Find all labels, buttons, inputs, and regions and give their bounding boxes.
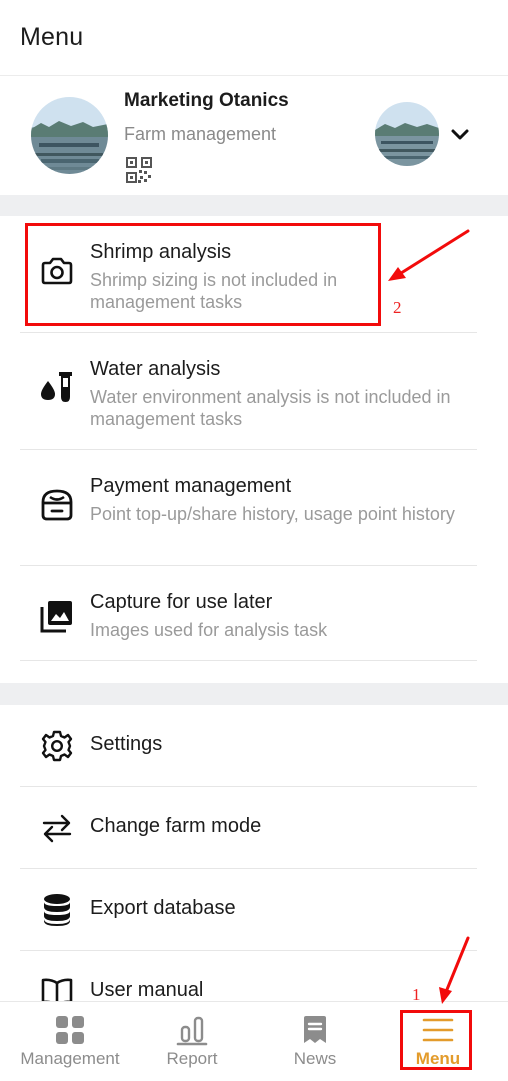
gear-icon — [39, 728, 75, 764]
menu-icon — [422, 1014, 454, 1046]
nav-news[interactable]: News — [255, 1002, 375, 1081]
qr-code-icon[interactable] — [126, 157, 152, 183]
farm-photo-avatar — [31, 97, 108, 174]
section-divider — [0, 195, 508, 216]
menu-item-capture-for-use-later[interactable]: Capture for use later Images used for an… — [20, 566, 477, 661]
nav-management[interactable]: Management — [10, 1002, 130, 1081]
wallet-icon — [39, 487, 75, 523]
farm-name: Marketing Otanics — [124, 90, 289, 111]
farm-photo-avatar-small[interactable] — [375, 102, 439, 166]
nav-label: Management — [20, 1049, 120, 1068]
farm-subtitle: Farm management — [124, 124, 277, 144]
database-icon — [39, 892, 75, 928]
menu-item-shrimp-analysis[interactable]: Shrimp analysis Shrimp sizing is not inc… — [20, 216, 477, 333]
annotation-step-2: 2 — [393, 298, 402, 317]
grid-icon — [54, 1014, 86, 1046]
bar-chart-icon — [176, 1014, 208, 1046]
menu-item-title: Settings — [90, 733, 163, 755]
app-header: Menu — [0, 0, 508, 76]
menu-item-title: Capture for use later — [90, 591, 273, 613]
menu-item-title: Change farm mode — [90, 815, 262, 837]
water-test-icon — [39, 369, 75, 405]
page-title: Menu — [20, 23, 84, 51]
spacer — [0, 661, 508, 683]
menu-item-payment-management[interactable]: Payment management Point top-up/share hi… — [20, 450, 477, 566]
menu-item-change-farm-mode[interactable]: Change farm mode — [20, 787, 477, 869]
nav-label: Report — [166, 1049, 218, 1068]
menu-item-title: User manual — [90, 979, 204, 1001]
camera-icon — [39, 253, 75, 289]
menu-item-description: Water environment analysis is not includ… — [90, 387, 451, 429]
annotation-step-1: 1 — [412, 985, 421, 1004]
nav-label: Menu — [415, 1049, 461, 1068]
menu-item-title: Export database — [90, 897, 236, 919]
farm-profile[interactable]: Marketing Otanics Farm management — [0, 76, 508, 195]
nav-label: News — [293, 1049, 337, 1068]
menu-item-description: Images used for analysis task — [90, 620, 328, 640]
menu-item-water-analysis[interactable]: Water analysis Water environment analysi… — [20, 333, 477, 450]
photo-library-icon — [39, 598, 75, 634]
menu-item-title: Shrimp analysis — [90, 241, 232, 263]
menu-item-description: Point top-up/share history, usage point … — [90, 504, 455, 524]
bottom-navigation: Management Report News Menu — [0, 1001, 508, 1081]
settings-menu-group: Settings Change farm mode Export databas… — [0, 705, 508, 1033]
menu-item-description: Shrimp sizing is not included in managem… — [90, 270, 338, 312]
analysis-menu-group: Shrimp analysis Shrimp sizing is not inc… — [0, 216, 508, 661]
chevron-down-icon[interactable] — [449, 126, 471, 144]
nav-menu[interactable]: Menu — [378, 1002, 498, 1081]
news-icon — [299, 1014, 331, 1046]
swap-arrows-icon — [39, 810, 75, 846]
section-divider — [0, 683, 508, 705]
menu-item-export-database[interactable]: Export database — [20, 869, 477, 951]
menu-item-title: Water analysis — [90, 358, 221, 380]
nav-report[interactable]: Report — [132, 1002, 252, 1081]
menu-item-settings[interactable]: Settings — [20, 705, 477, 787]
menu-item-title: Payment management — [90, 475, 292, 497]
